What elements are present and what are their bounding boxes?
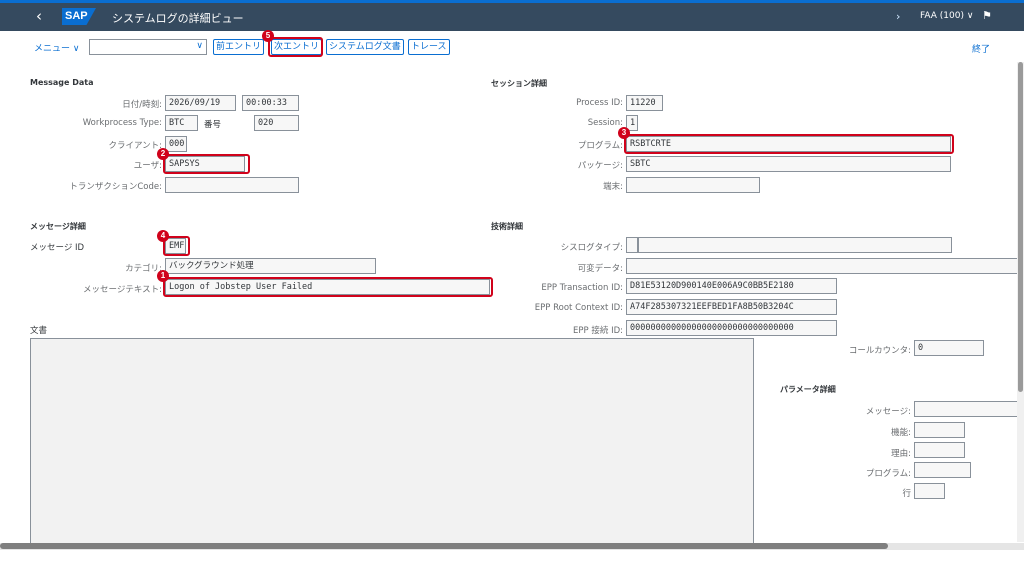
annotation-badge-5: 5 xyxy=(262,30,274,42)
param-program-field[interactable] xyxy=(914,462,971,478)
message-id-label: メッセージ ID xyxy=(30,243,85,253)
highlight-user xyxy=(163,154,250,174)
chevron-down-icon[interactable]: ∨ xyxy=(196,41,203,51)
terminal-label: 端末: xyxy=(603,182,623,192)
toolbar: メニュー ∨ ∨ 前エントリ 次エントリ システムログ文書 トレース 終了 xyxy=(0,31,1024,61)
epp-connection-label: EPP 接続 ID: xyxy=(573,326,623,336)
wp-type-label: Workprocess Type: xyxy=(82,118,162,128)
param-line-field[interactable] xyxy=(914,483,945,499)
epp-transaction-field[interactable]: D81E53120D900140E006A9C0BB5E2180 xyxy=(626,278,837,294)
param-reason-label: 理由: xyxy=(891,449,911,459)
vertical-scroll-thumb[interactable] xyxy=(1018,62,1023,392)
tcode-field[interactable] xyxy=(165,177,299,193)
document-title: 文書 xyxy=(30,326,48,336)
menu-button[interactable]: メニュー ∨ xyxy=(34,41,79,54)
horizontal-scroll-thumb[interactable] xyxy=(0,543,888,549)
number-label: 番号 xyxy=(204,120,222,130)
flag-menu-icon[interactable]: ⚑ xyxy=(982,9,992,22)
syslog-doc-button[interactable]: システムログ文書 xyxy=(326,39,404,55)
param-line-label: 行 xyxy=(902,489,911,499)
date-time-label: 日付/時刻: xyxy=(122,100,162,110)
trace-button[interactable]: トレース xyxy=(408,39,450,55)
date-field[interactable]: 2026/09/19 xyxy=(165,95,236,111)
call-counter-label: コールカウンタ: xyxy=(848,346,911,356)
variable-data-field[interactable] xyxy=(626,258,1018,274)
sap-logo: SAP xyxy=(62,8,96,25)
message-text-label: メッセージテキスト: xyxy=(83,285,162,295)
variable-data-label: 可変データ: xyxy=(577,264,623,274)
message-data-title: Message Data xyxy=(30,78,94,87)
user-label: ユーザ: xyxy=(133,161,162,171)
epp-transaction-label: EPP Transaction ID: xyxy=(541,283,623,293)
package-field[interactable]: SBTC xyxy=(626,156,951,172)
epp-root-context-label: EPP Root Context ID: xyxy=(534,303,623,313)
param-function-field[interactable] xyxy=(914,422,965,438)
tcode-label: トランザクションCode: xyxy=(69,182,162,192)
message-detail-title: メッセージ詳細 xyxy=(30,222,86,231)
chevron-left-icon[interactable]: ‹ xyxy=(36,7,42,25)
highlight-program xyxy=(624,134,954,154)
tech-title: 技術詳細 xyxy=(491,222,523,231)
param-message-label: メッセージ: xyxy=(865,407,911,417)
annotation-badge-1: 1 xyxy=(157,270,169,282)
time-field[interactable]: 00:00:33 xyxy=(242,95,299,111)
client-field[interactable]: 000 xyxy=(165,136,187,152)
number-field[interactable]: 020 xyxy=(254,115,299,131)
highlight-next-entry xyxy=(268,37,323,57)
param-reason-field[interactable] xyxy=(914,442,965,458)
process-id-label: Process ID: xyxy=(576,98,623,108)
category-label: カテゴリ: xyxy=(125,264,162,274)
call-counter-field[interactable]: 0 xyxy=(914,340,984,356)
document-textarea[interactable] xyxy=(30,338,754,544)
session-label: Session: xyxy=(587,118,623,128)
shell-bar: ‹ SAP システムログの詳細ビュー › FAA (100) ∨ ⚑ xyxy=(0,3,1024,31)
client-selector[interactable]: FAA (100) ∨ xyxy=(920,11,973,21)
program-label: プログラム: xyxy=(577,141,623,151)
param-function-label: 機能: xyxy=(891,428,911,438)
annotation-badge-2: 2 xyxy=(157,148,169,160)
params-title: パラメータ詳細 xyxy=(780,385,836,394)
syslog-type-desc-field xyxy=(638,237,952,253)
command-combo[interactable]: ∨ xyxy=(89,39,207,55)
session-title: セッション詳細 xyxy=(491,79,547,88)
epp-root-context-field[interactable]: A74F285307321EEFBED1FA8B50B3204C xyxy=(626,299,837,315)
highlight-message-text xyxy=(163,277,493,297)
page-title: システムログの詳細ビュー xyxy=(112,12,244,25)
annotation-badge-3: 3 xyxy=(618,127,630,139)
annotation-badge-4: 4 xyxy=(157,230,169,242)
chevron-right-icon[interactable]: › xyxy=(896,10,900,23)
client-label: クライアント: xyxy=(108,141,162,151)
param-message-field[interactable] xyxy=(914,401,1018,417)
wp-type-field[interactable]: BTC xyxy=(165,115,198,131)
syslog-type-label: シスログタイプ: xyxy=(560,243,623,253)
category-field[interactable]: バックグラウンド処理 xyxy=(165,258,376,274)
prev-entry-button[interactable]: 前エントリ xyxy=(213,39,265,55)
process-id-field[interactable]: 11220 xyxy=(626,95,663,111)
param-program-label: プログラム: xyxy=(865,469,911,479)
terminal-field[interactable] xyxy=(626,177,760,193)
end-button[interactable]: 終了 xyxy=(972,42,990,55)
package-label: パッケージ: xyxy=(577,161,623,171)
epp-connection-field[interactable]: 00000000000000000000000000000000 xyxy=(626,320,837,336)
syslog-type-field[interactable] xyxy=(626,237,638,253)
